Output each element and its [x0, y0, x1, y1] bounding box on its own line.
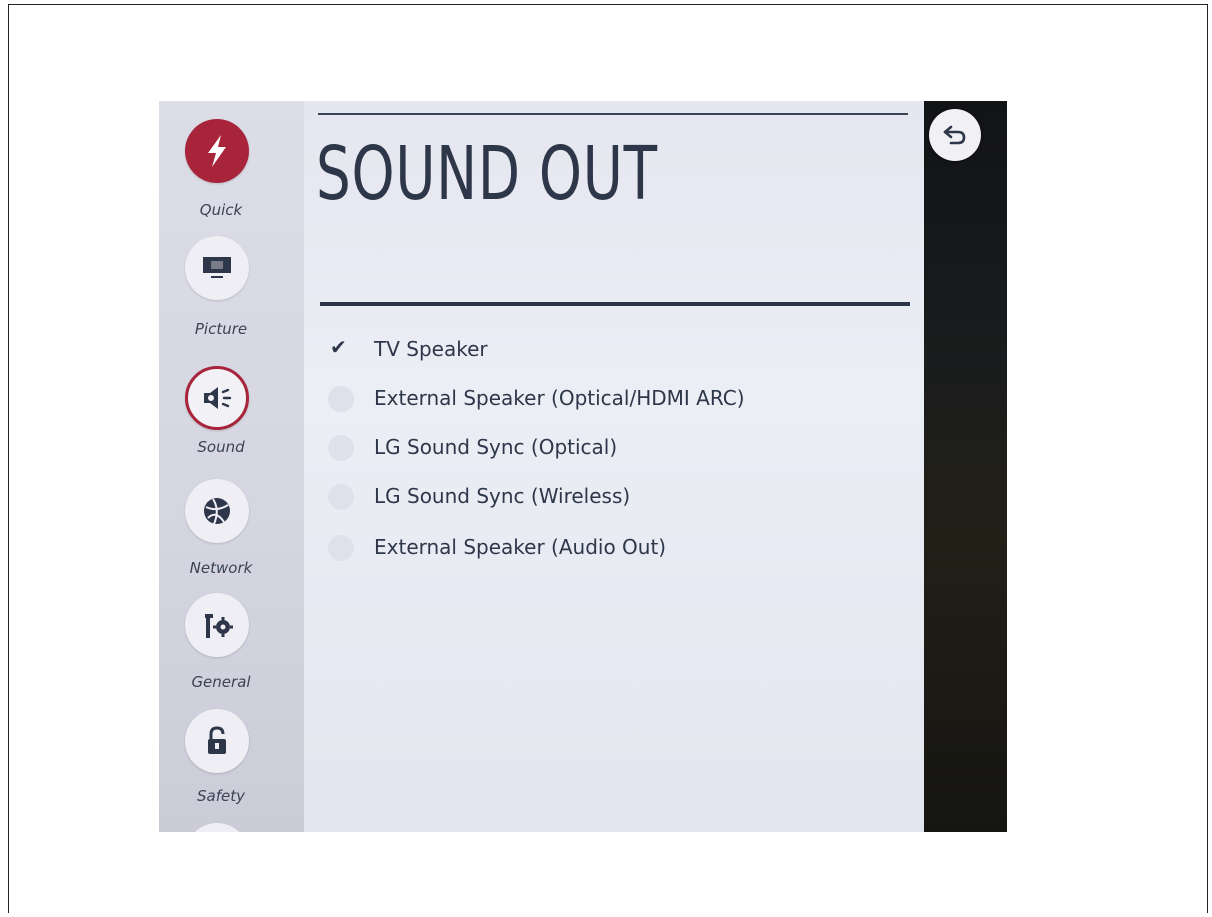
option-tv-speaker[interactable]: ✔ TV Speaker — [322, 329, 882, 369]
lock-icon — [185, 709, 249, 773]
sound-out-panel: SOUND OUT ✔ TV Speaker External Speaker … — [304, 101, 924, 832]
globe-icon — [185, 479, 249, 543]
divider — [320, 302, 910, 306]
sidebar-item-general[interactable]: General — [159, 593, 299, 703]
more-item-icon — [185, 823, 249, 832]
option-label: LG Sound Sync (Optical) — [374, 435, 618, 459]
option-external-speaker-optical-hdmi[interactable]: External Speaker (Optical/HDMI ARC) — [322, 378, 882, 418]
divider — [318, 113, 908, 115]
radio-button — [328, 484, 354, 510]
sidebar-item-quick[interactable]: Quick — [159, 119, 299, 229]
background-content — [924, 101, 1007, 832]
checkmark-icon: ✔ — [330, 335, 347, 359]
wrench-gear-icon — [185, 593, 249, 657]
option-label: TV Speaker — [374, 337, 488, 361]
sidebar-item-picture[interactable]: Picture — [159, 236, 299, 346]
sidebar-item-label: General — [191, 673, 251, 691]
option-label: LG Sound Sync (Wireless) — [374, 484, 631, 508]
lightning-icon — [185, 119, 249, 183]
option-lg-sound-sync-wireless[interactable]: LG Sound Sync (Wireless) — [322, 476, 882, 516]
radio-button — [328, 535, 354, 561]
option-label: External Speaker (Optical/HDMI ARC) — [374, 386, 745, 410]
speaker-icon — [185, 366, 249, 430]
monitor-icon — [185, 236, 249, 300]
page-title: SOUND OUT — [316, 131, 658, 217]
radio-button — [328, 386, 354, 412]
tv-screen-photo: Quick Picture Sound Network General Safe… — [159, 101, 1007, 832]
settings-sidebar: Quick Picture Sound Network General Safe… — [159, 101, 320, 832]
sidebar-item-safety[interactable]: Safety — [159, 709, 299, 819]
sidebar-item-label: Quick — [199, 201, 243, 219]
sidebar-item-label: Picture — [194, 320, 248, 338]
sidebar-item-network[interactable]: Network — [159, 479, 299, 589]
sidebar-item-sound[interactable]: Sound — [159, 366, 299, 476]
option-external-speaker-audio-out[interactable]: External Speaker (Audio Out) — [322, 527, 882, 567]
back-button[interactable] — [929, 109, 981, 161]
radio-button — [328, 435, 354, 461]
sidebar-item-label: Network — [189, 559, 253, 577]
option-lg-sound-sync-optical[interactable]: LG Sound Sync (Optical) — [322, 427, 882, 467]
back-arrow-icon — [943, 125, 966, 145]
option-label: External Speaker (Audio Out) — [374, 535, 667, 559]
sidebar-item-label: Safety — [197, 787, 245, 805]
sidebar-item-label: Sound — [197, 438, 245, 456]
